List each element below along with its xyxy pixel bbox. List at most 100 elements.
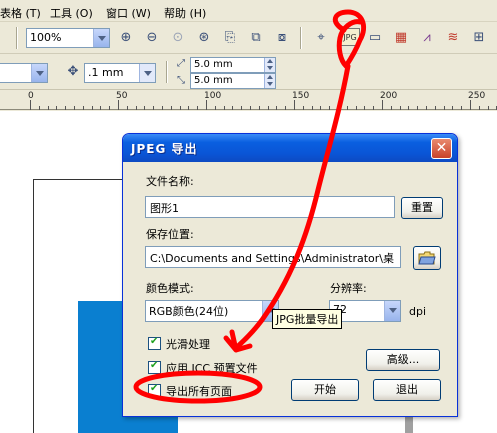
menu-tools[interactable]: 工具 (O) (50, 5, 93, 21)
ruler-tick (162, 106, 163, 110)
duplicate-x-field[interactable]: 5.0 mm (190, 57, 276, 73)
ruler-tick (188, 106, 190, 110)
ruler-tick (170, 106, 172, 110)
transform-icon[interactable]: ⌖ (312, 29, 330, 47)
color-mode-value: RGB颜色(24位) (149, 305, 229, 318)
ruler-tick (267, 106, 269, 110)
ruler-tick (417, 106, 419, 110)
ruler-tick (153, 106, 155, 110)
advanced-button[interactable]: 高级... (366, 349, 440, 371)
ruler-tick (346, 106, 348, 110)
toolbar-separator (166, 61, 168, 83)
outline-width-value: .1 mm (88, 66, 124, 79)
dialog-titlebar[interactable]: JPEG 导出 ✕ (123, 134, 457, 162)
ruler-tick (56, 106, 58, 110)
ruler-tick (214, 106, 216, 110)
menu-table[interactable]: 表格 (T) (0, 5, 41, 21)
ruler-tick (276, 106, 278, 110)
duplicate-y-field[interactable]: 5.0 mm (190, 73, 276, 89)
ruler-tick (82, 106, 84, 110)
resolution-unit: dpi (409, 305, 427, 318)
property-bar: ✥ .1 mm ⤢ 5.0 mm ⤡ 5.0 mm (0, 54, 497, 90)
jpeg-export-dialog: JPEG 导出 ✕ 文件名称: 图形1 重置 保存位置: C:\Document… (122, 133, 458, 417)
start-button[interactable]: 开始 (291, 379, 359, 401)
zoom-height-icon[interactable]: ⧇ (273, 29, 291, 47)
smoothing-label: 光滑处理 (166, 338, 210, 351)
ruler-tick (390, 106, 392, 110)
export-all-pages-label: 导出所有页面 (166, 385, 232, 398)
chevron-down-icon[interactable] (31, 64, 47, 82)
reset-button[interactable]: 重置 (401, 197, 443, 219)
zoom-page-icon[interactable]: ⎘ (221, 29, 239, 47)
ruler-tick (223, 106, 225, 110)
ruler-tick (320, 106, 322, 110)
ruler-tick (302, 106, 304, 110)
duplicate-x-value: 5.0 mm (194, 59, 233, 70)
ruler-tick (434, 106, 436, 110)
ruler-tick (285, 106, 287, 110)
toolbar-separator (300, 27, 302, 49)
outline-width-field[interactable]: .1 mm (84, 63, 156, 83)
ruler-tick (30, 100, 31, 110)
ruler-tick (470, 100, 471, 110)
ruler-tick (408, 106, 410, 110)
object-combo[interactable] (0, 63, 48, 83)
color-grid-icon[interactable]: ▦ (392, 29, 410, 47)
color-mode-select[interactable]: RGB颜色(24位) (145, 300, 279, 322)
ruler-tick (426, 106, 427, 110)
duplicate-y-icon: ⤡ (177, 75, 185, 86)
resolution-label: 分辨率: (330, 282, 367, 295)
menu-window[interactable]: 窗口 (W) (106, 5, 151, 21)
zoom-out-icon[interactable]: ⊖ (143, 29, 161, 47)
icc-checkbox[interactable] (148, 360, 161, 374)
duplicate-y-value: 5.0 mm (194, 75, 233, 86)
ruler-tick (65, 106, 67, 110)
close-icon[interactable]: ✕ (431, 138, 452, 159)
ruler-tick (118, 100, 119, 110)
zoom-selected-icon[interactable]: ⊙ (169, 29, 187, 47)
wave-icon[interactable]: ≋ (444, 29, 462, 47)
save-location-value: C:\Documents and Settings\Administrator\… (150, 252, 395, 265)
dialog-title: JPEG 导出 (131, 142, 198, 156)
nudge-icon: ✥ (67, 64, 79, 79)
menu-help[interactable]: 帮助 (H) (164, 5, 206, 21)
spinner-icon[interactable] (264, 58, 275, 72)
smoothing-checkbox[interactable] (148, 336, 161, 350)
ruler-tick (241, 106, 243, 110)
ruler-tick (373, 106, 375, 110)
exit-button[interactable]: 退出 (373, 379, 441, 401)
node-icon[interactable]: ⩘ (418, 29, 436, 47)
horizontal-ruler[interactable]: 0 50 100 150 200 250 (0, 90, 497, 110)
zoom-combo[interactable]: 100% (26, 28, 110, 48)
ruler-tick (197, 106, 199, 110)
ruler-tick (135, 106, 137, 110)
ruler-tick (443, 106, 445, 110)
filename-label: 文件名称: (146, 175, 194, 188)
frame-icon[interactable]: ▭ (366, 29, 384, 47)
spin-icon[interactable] (139, 64, 155, 82)
zoom-width-icon[interactable]: ⧉ (247, 29, 265, 47)
chevron-down-icon[interactable] (384, 301, 400, 321)
ruler-tick (74, 106, 75, 110)
menubar: 表格 (T) 工具 (O) 窗口 (W) 帮助 (H) (0, 0, 497, 22)
ruler-tick (364, 106, 366, 110)
ruler-tick (126, 106, 128, 110)
grid-icon[interactable]: ⊞ (470, 29, 488, 47)
ruler-tick (232, 106, 234, 110)
spinner-icon[interactable] (264, 74, 275, 88)
folder-open-icon[interactable] (413, 246, 441, 270)
zoom-all-objects-icon[interactable]: ⊛ (195, 29, 213, 47)
jpeg-export-icon[interactable]: JPG (340, 28, 360, 46)
dialog-body: 文件名称: 图形1 重置 保存位置: C:\Documents and Sett… (126, 162, 454, 414)
ruler-tick (250, 106, 251, 110)
zoom-value: 100% (30, 31, 62, 44)
ruler-tick (487, 106, 489, 110)
chevron-down-icon[interactable] (93, 29, 109, 47)
zoom-in-icon[interactable]: ⊕ (117, 29, 135, 47)
ruler-tick (329, 106, 331, 110)
export-all-pages-checkbox[interactable] (148, 383, 161, 397)
icc-label: 应用 ICC 预置文件 (166, 362, 258, 375)
save-location-input[interactable]: C:\Documents and Settings\Administrator\… (145, 246, 401, 268)
ruler-tick (206, 100, 207, 110)
filename-input[interactable]: 图形1 (145, 196, 395, 218)
